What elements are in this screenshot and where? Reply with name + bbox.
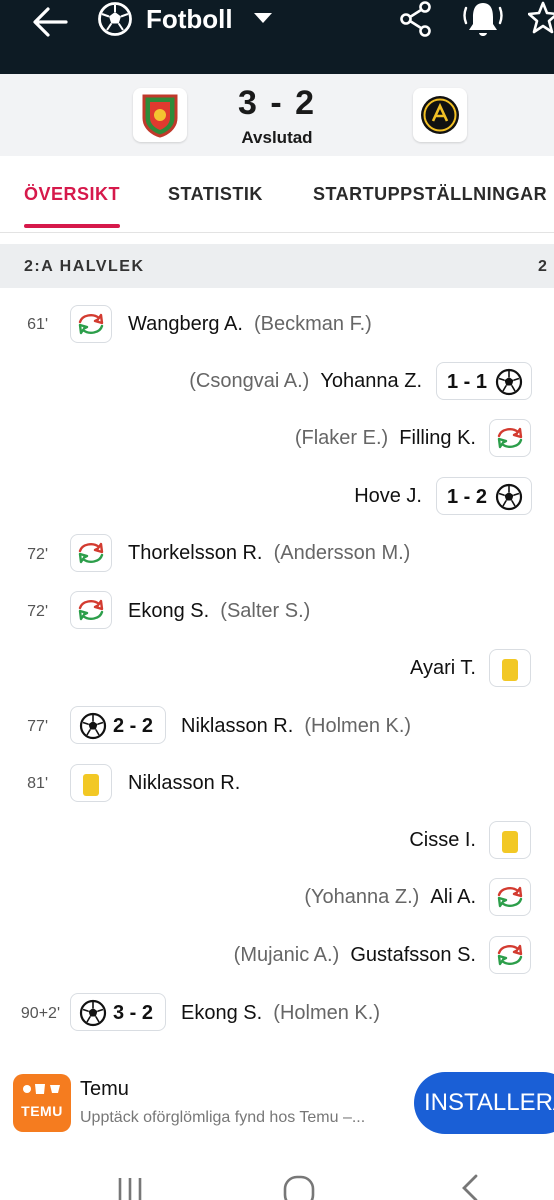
- substitution-icon: [78, 313, 104, 335]
- yellow-card-box: [489, 821, 531, 859]
- share-icon[interactable]: [398, 0, 434, 38]
- substitution-icon: [497, 427, 523, 449]
- event-minute: 61': [27, 316, 48, 333]
- event-player: Thorkelsson R.: [128, 542, 263, 564]
- goal-score: 2 - 2: [113, 715, 154, 737]
- substitution-icon-box: [489, 878, 531, 916]
- active-tab-indicator: [24, 224, 120, 228]
- top-app-bar: Fotboll: [0, 0, 554, 74]
- dropdown-caret-icon[interactable]: [252, 10, 274, 26]
- home-icon[interactable]: [282, 1174, 316, 1200]
- soccer-ball-icon: [79, 712, 107, 740]
- tab-bar: ÖVERSIKT STATISTIK STARTUPPSTÄLLNINGAR: [0, 156, 554, 233]
- yellow-card-icon: [502, 659, 518, 681]
- ad-subtitle[interactable]: Upptäck oförglömliga fynd hos Temu –...: [80, 1109, 365, 1127]
- substitution-icon-box: [70, 305, 112, 343]
- system-navigation-bar: [0, 1158, 554, 1200]
- substitution-icon-box: [70, 534, 112, 572]
- goal-score-box: 1 - 1: [436, 362, 532, 400]
- tab-oversikt[interactable]: ÖVERSIKT: [24, 184, 120, 205]
- goal-score: 1 - 2: [447, 486, 488, 508]
- soccer-ball-icon: [495, 483, 523, 511]
- yellow-card-box: [489, 649, 531, 687]
- event-assist: (Holmen K.): [273, 1002, 380, 1024]
- match-status: Avslutad: [241, 128, 313, 147]
- substitution-icon: [78, 599, 104, 621]
- substitution-icon: [497, 944, 523, 966]
- yellow-card-box: [70, 764, 112, 802]
- event-assist: (Flaker E.): [294, 427, 389, 449]
- temu-shopping-icons: [23, 1084, 60, 1094]
- soccer-ball-icon: [98, 2, 132, 36]
- event-minute: 90+2': [20, 1005, 60, 1022]
- tab-startuppstallningar[interactable]: STARTUPPSTÄLLNINGAR: [313, 184, 547, 205]
- event-player: Niklasson R.: [128, 772, 241, 794]
- event-minute: 72': [27, 603, 48, 620]
- event-player: Yohanna Z.: [320, 370, 422, 392]
- goal-score: 3 - 2: [113, 1002, 154, 1024]
- event-minute: 77': [27, 718, 48, 735]
- event-player: Ekong S.: [128, 600, 210, 622]
- sport-title[interactable]: Fotboll: [146, 4, 233, 35]
- back-icon[interactable]: [456, 1172, 482, 1200]
- event-player: Cisse I.: [409, 829, 476, 851]
- event-player: Filling K.: [399, 427, 476, 449]
- goal-score-box: 1 - 2: [436, 477, 532, 515]
- yellow-card-icon: [502, 831, 518, 853]
- goal-score-box: 2 - 2: [70, 706, 166, 744]
- notification-bell-icon[interactable]: [462, 0, 504, 40]
- section-title: 2:A HALVLEK: [24, 258, 145, 275]
- event-minute: 81': [27, 775, 48, 792]
- event-player: Ekong S.: [181, 1002, 263, 1024]
- event-assist: (Beckman F.): [254, 313, 372, 335]
- event-player: Ali A.: [430, 886, 476, 908]
- yellow-card-icon: [83, 774, 99, 796]
- event-assist: (Salter S.): [220, 600, 311, 622]
- substitution-icon-box: [70, 591, 112, 629]
- temu-logo[interactable]: TEMU: [13, 1074, 71, 1132]
- recent-apps-icon[interactable]: [115, 1174, 145, 1200]
- event-player: Wangberg A.: [128, 313, 243, 335]
- substitution-icon-box: [489, 419, 531, 457]
- favorite-star-icon[interactable]: [528, 0, 554, 38]
- event-assist: (Holmen K.): [304, 715, 412, 737]
- event-assist: (Csongvai A.): [189, 370, 310, 392]
- section-value: 2: [538, 258, 549, 275]
- soccer-ball-icon: [495, 368, 523, 396]
- substitution-icon: [78, 542, 104, 564]
- event-assist: (Andersson M.): [273, 542, 411, 564]
- back-arrow-icon[interactable]: [30, 2, 70, 42]
- event-minute: 72': [27, 546, 48, 563]
- event-player: Hove J.: [354, 485, 422, 507]
- install-button[interactable]: INSTALLERA: [414, 1072, 554, 1134]
- section-header: 2:A HALVLEK 2: [0, 244, 554, 288]
- event-player: Niklasson R.: [181, 715, 294, 737]
- goal-score-box: 3 - 2: [70, 993, 166, 1031]
- substitution-icon-box: [489, 936, 531, 974]
- event-assist: (Yohanna Z.): [304, 886, 420, 908]
- goal-score: 1 - 1: [447, 371, 488, 393]
- substitution-icon: [497, 886, 523, 908]
- event-assist: (Mujanic A.): [233, 944, 340, 966]
- ad-title[interactable]: Temu: [80, 1078, 129, 1101]
- event-player: Ayari T.: [410, 657, 476, 679]
- temu-logo-text: TEMU: [21, 1103, 63, 1119]
- match-score: 3 - 2: [237, 84, 317, 122]
- soccer-ball-icon: [79, 999, 107, 1027]
- tab-statistik[interactable]: STATISTIK: [168, 184, 263, 205]
- event-player: Gustafsson S.: [350, 944, 476, 966]
